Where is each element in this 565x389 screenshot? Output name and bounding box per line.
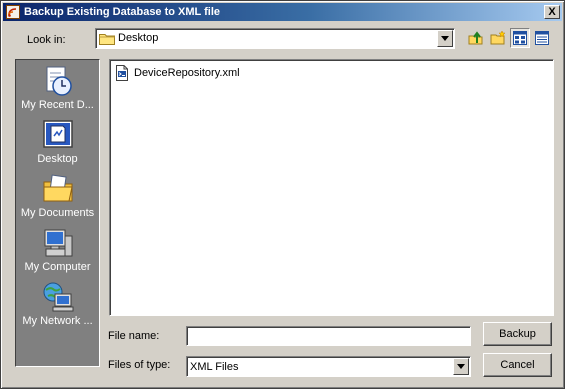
files-of-type-label: Files of type: — [108, 359, 171, 371]
list-view-button[interactable] — [510, 28, 530, 48]
files-of-type-value: XML Files — [190, 361, 239, 373]
chevron-down-icon — [441, 36, 449, 41]
up-one-level-icon — [468, 31, 483, 45]
place-desktop[interactable]: Desktop — [16, 118, 99, 165]
chevron-down-icon — [457, 364, 465, 369]
file-item[interactable]: DeviceRepository.xml — [114, 65, 240, 81]
files-of-type-dropdown-button[interactable] — [453, 358, 469, 375]
up-one-level-button[interactable] — [466, 28, 486, 48]
close-icon: X — [548, 6, 556, 18]
create-new-folder-icon — [490, 30, 506, 45]
list-view-icon — [513, 31, 527, 45]
place-label: My Documents — [20, 207, 95, 219]
details-view-button[interactable] — [532, 28, 552, 48]
my-computer-icon — [44, 229, 72, 257]
place-my-documents[interactable]: My Documents — [16, 172, 99, 219]
title-bar[interactable]: Backup Existing Database to XML file X — [3, 3, 562, 21]
look-in-dropdown-button[interactable] — [437, 30, 453, 47]
look-in-label: Look in: — [27, 34, 66, 46]
places-bar: My Recent D... Desktop My Documents My C… — [15, 59, 100, 367]
place-label: My Computer — [24, 261, 91, 273]
folder-icon — [99, 34, 115, 45]
look-in-value: Desktop — [118, 32, 159, 44]
place-label: My Recent D... — [21, 99, 94, 111]
app-icon — [6, 5, 20, 19]
files-of-type-combo[interactable]: XML Files — [186, 356, 471, 377]
save-dialog: Backup Existing Database to XML file X L… — [0, 0, 565, 389]
place-label: My Network ... — [22, 315, 93, 327]
desktop-icon — [42, 120, 73, 148]
file-list[interactable]: DeviceRepository.xml — [109, 59, 554, 316]
look-in-combo[interactable]: Desktop — [95, 28, 455, 49]
file-name-label: File name: — [108, 330, 160, 342]
details-view-icon — [535, 31, 549, 45]
place-my-computer[interactable]: My Computer — [16, 226, 99, 273]
backup-button[interactable]: Backup — [483, 322, 552, 346]
my-network-icon — [43, 282, 73, 312]
my-documents-icon — [43, 174, 73, 202]
create-new-folder-button[interactable] — [488, 28, 508, 48]
recent-documents-icon — [46, 66, 72, 96]
close-button[interactable]: X — [544, 5, 560, 19]
xml-file-icon — [116, 65, 128, 81]
cancel-button[interactable]: Cancel — [483, 353, 552, 377]
place-label: Desktop — [37, 153, 78, 165]
file-name-input[interactable] — [186, 326, 471, 346]
place-recent[interactable]: My Recent D... — [16, 64, 99, 111]
file-name: DeviceRepository.xml — [134, 67, 240, 79]
place-my-network[interactable]: My Network ... — [16, 280, 99, 327]
window-title: Backup Existing Database to XML file — [24, 6, 221, 18]
